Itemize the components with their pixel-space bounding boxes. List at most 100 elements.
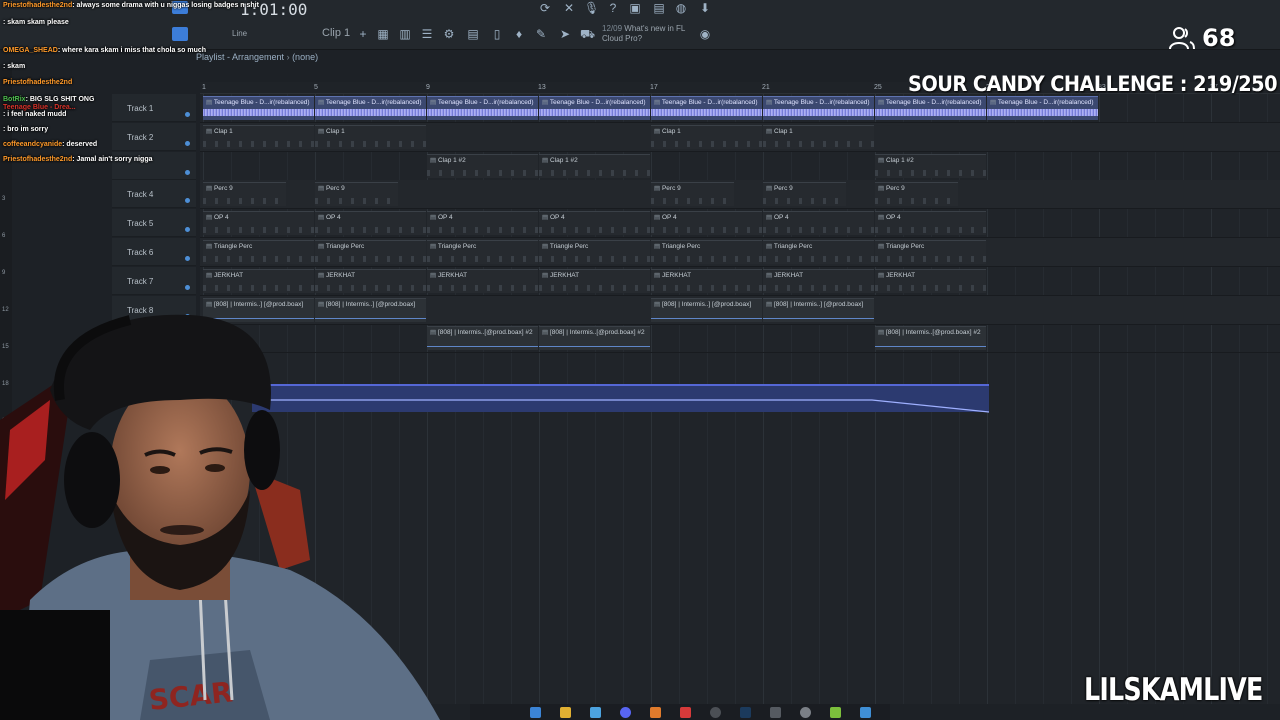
help-icon[interactable]: ? <box>606 1 620 15</box>
pattern-clip[interactable]: JERKHAT <box>539 268 650 293</box>
pattern-clip[interactable]: Clap 1 #2 <box>427 153 538 178</box>
ruler-bar-number: 25 <box>874 84 882 91</box>
app-icon[interactable] <box>770 707 781 718</box>
pattern-clip[interactable]: [808] | Intermis..[@prod.boax] #2 <box>539 326 650 351</box>
pattern-clip[interactable]: Perc 9 <box>763 182 846 207</box>
snap-line-label[interactable]: Line <box>232 29 247 38</box>
4k-icon[interactable] <box>800 707 811 718</box>
track-mute-indicator[interactable] <box>185 227 190 233</box>
mic-icon[interactable]: ♦ <box>512 27 526 41</box>
track-header[interactable]: Track 7 <box>112 266 196 295</box>
pattern-clip[interactable]: OP 4 <box>875 211 986 236</box>
download-icon[interactable]: ⬇ <box>698 1 712 15</box>
pattern-clip[interactable]: JERKHAT <box>651 268 762 293</box>
pattern-clip[interactable]: Perc 9 <box>651 182 734 207</box>
plug-icon[interactable]: ✎ <box>534 27 548 41</box>
pattern-clip[interactable]: [808] | Intermis..] [@prod.boax] <box>763 297 874 322</box>
game-icon[interactable] <box>830 707 841 718</box>
view-icon[interactable]: ▤ <box>652 1 666 15</box>
browser-icon[interactable]: ▤ <box>466 27 480 41</box>
pattern-clip[interactable]: Triangle Perc <box>763 240 874 264</box>
file-icon[interactable]: ▯ <box>490 27 504 41</box>
audio-clip[interactable]: Teenage Blue - D...ir(rebalanced) <box>539 96 650 120</box>
mixer-icon[interactable]: ▦ <box>376 27 390 41</box>
draw-tool-button[interactable] <box>172 27 188 41</box>
microphone-icon[interactable]: 🎙 <box>584 1 599 15</box>
pattern-clip[interactable]: Clap 1 <box>651 124 762 149</box>
pattern-clip[interactable]: OP 4 <box>763 211 874 236</box>
pattern-clip[interactable]: Triangle Perc <box>651 240 762 264</box>
pattern-clip[interactable]: OP 4 <box>203 211 314 236</box>
globe-icon[interactable]: ◉ <box>698 27 712 41</box>
chat-icon[interactable]: ◍ <box>674 1 688 15</box>
pattern-clip[interactable]: Triangle Perc <box>427 240 538 264</box>
add-pattern-icon[interactable]: + <box>356 27 370 41</box>
pattern-clip[interactable]: JERKHAT <box>875 268 986 293</box>
pattern-clip[interactable]: Clap 1 <box>315 124 426 149</box>
pattern-clip[interactable]: OP 4 <box>651 211 762 236</box>
news-panel[interactable]: 12/09 What's new in FL Cloud Pro? <box>602 24 685 44</box>
piano-roll-icon[interactable]: ☰ <box>420 27 434 41</box>
pattern-clip[interactable]: Clap 1 #2 <box>875 153 986 178</box>
track-lane[interactable] <box>200 152 1280 181</box>
store-icon[interactable] <box>590 707 601 718</box>
pattern-clip[interactable]: Triangle Perc <box>875 240 986 264</box>
track-mute-indicator[interactable] <box>185 112 190 117</box>
pattern-clip[interactable]: Triangle Perc <box>539 240 650 264</box>
audio-clip[interactable]: Teenage Blue - D...ir(rebalanced) <box>315 96 426 120</box>
track-header[interactable]: Track 5 <box>112 209 196 238</box>
audio-clip[interactable]: Teenage Blue - D...ir(rebalanced) <box>763 96 874 120</box>
track-mute-indicator[interactable] <box>185 169 190 175</box>
pattern-clip[interactable]: Clap 1 <box>203 124 314 149</box>
pattern-notes <box>427 169 538 176</box>
track-mute-indicator[interactable] <box>185 284 190 290</box>
pattern-clip[interactable]: Triangle Perc <box>203 240 314 264</box>
track-header[interactable]: Track 6 <box>112 238 196 266</box>
chat-text: : deserved <box>62 141 98 148</box>
audio-clip[interactable]: Teenage Blue - D...ir(rebalanced) <box>427 96 538 120</box>
send-icon[interactable]: ➤ <box>558 27 572 41</box>
cart-icon[interactable]: ⛟ <box>580 27 595 41</box>
pattern-clip[interactable]: OP 4 <box>539 211 650 236</box>
clip-label: JERKHAT <box>878 271 915 279</box>
pattern-clip[interactable]: JERKHAT <box>315 268 426 293</box>
edge-icon[interactable] <box>530 707 541 718</box>
refresh-icon[interactable]: ⟳ <box>538 1 552 15</box>
track-mute-indicator[interactable] <box>185 140 190 146</box>
track-mute-indicator[interactable] <box>185 198 190 204</box>
browser-icon[interactable] <box>680 707 691 718</box>
audio-clip[interactable]: Teenage Blue - D...ir(rebalanced) <box>875 96 986 120</box>
pattern-selector[interactable]: Clip 1 <box>322 27 350 39</box>
pattern-clip[interactable]: Triangle Perc <box>315 240 426 264</box>
pattern-clip[interactable]: JERKHAT <box>203 268 314 293</box>
pattern-clip[interactable]: [808] | Intermis..[@prod.boax] #2 <box>875 326 986 351</box>
steam-icon[interactable] <box>740 707 751 718</box>
pattern-clip[interactable]: OP 4 <box>427 211 538 236</box>
pattern-clip[interactable]: JERKHAT <box>763 268 874 293</box>
plugin-icon[interactable]: ⚙ <box>442 27 456 41</box>
track-header[interactable]: Track 1 <box>112 94 196 122</box>
channel-rack-icon[interactable]: ▥ <box>398 27 412 41</box>
folder-icon[interactable] <box>560 707 571 718</box>
pattern-clip[interactable]: Clap 1 <box>763 124 874 149</box>
audio-clip[interactable]: Teenage Blue - D...ir(rebalanced) <box>203 96 314 120</box>
arrangement-selector[interactable]: (none) <box>292 52 318 62</box>
track-header[interactable]: Track 4 <box>112 180 196 209</box>
obs-icon[interactable] <box>710 707 721 718</box>
audio-clip[interactable]: Teenage Blue - D...ir(rebalanced) <box>987 96 1098 120</box>
save-icon[interactable]: ▣ <box>628 1 642 15</box>
fl-studio-icon[interactable] <box>650 707 661 718</box>
pattern-clip[interactable]: OP 4 <box>315 211 426 236</box>
tools-icon[interactable]: ✕ <box>562 1 576 15</box>
pattern-clip[interactable]: Clap 1 #2 <box>539 153 650 178</box>
pattern-clip[interactable]: Perc 9 <box>203 182 286 207</box>
discord-icon[interactable] <box>620 707 631 718</box>
pattern-clip[interactable]: [808] | Intermis..] [@prod.boax] <box>651 297 762 322</box>
track-mute-indicator[interactable] <box>185 256 190 261</box>
audio-clip[interactable]: Teenage Blue - D...ir(rebalanced) <box>651 96 762 120</box>
pattern-clip[interactable]: Perc 9 <box>875 182 958 207</box>
pattern-clip[interactable]: Perc 9 <box>315 182 398 207</box>
track-header[interactable]: Track 2 <box>112 122 196 151</box>
pattern-clip[interactable]: JERKHAT <box>427 268 538 293</box>
notepad-icon[interactable] <box>860 707 871 718</box>
